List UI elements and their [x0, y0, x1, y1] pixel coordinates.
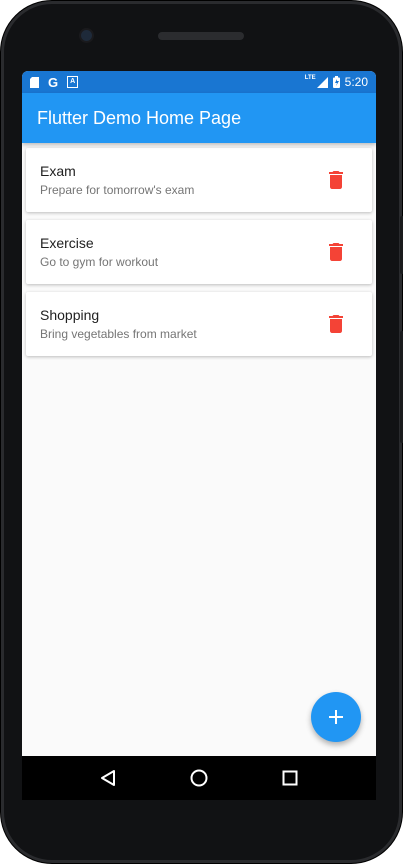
battery-icon [332, 76, 340, 88]
signal-icon [316, 76, 328, 88]
todo-subtitle: Bring vegetables from market [40, 327, 197, 341]
network-type: LTE [304, 75, 316, 81]
screen: G A LTE 5:20 Flutter Demo Home Page Exam… [22, 71, 376, 756]
todo-title: Exam [40, 163, 76, 179]
todo-title: Shopping [40, 307, 100, 323]
todo-subtitle: Prepare for tomorrow's exam [40, 183, 195, 197]
home-icon [190, 769, 208, 787]
delete-icon [329, 171, 343, 189]
status-time: 5:20 [344, 75, 368, 89]
todo-card[interactable]: Exam Prepare for tomorrow's exam [26, 148, 372, 212]
app-bar: Flutter Demo Home Page [22, 93, 376, 143]
todo-card[interactable]: Exercise Go to gym for workout [26, 220, 372, 284]
a-notification-icon: A [67, 76, 79, 88]
earpiece-speaker [158, 32, 244, 40]
delete-icon [329, 315, 343, 333]
front-camera [81, 30, 92, 41]
home-button[interactable] [184, 763, 214, 793]
add-todo-fab[interactable] [311, 692, 361, 742]
page-title: Flutter Demo Home Page [37, 107, 242, 128]
google-g-icon: G [48, 74, 59, 90]
recents-button[interactable] [275, 763, 305, 793]
delete-button[interactable] [316, 232, 356, 272]
status-bar: G A LTE 5:20 [22, 71, 376, 93]
todo-title: Exercise [40, 235, 94, 251]
delete-button[interactable] [316, 304, 356, 344]
system-nav-bar [22, 756, 376, 800]
recents-icon [282, 770, 298, 786]
delete-icon [329, 243, 343, 261]
back-icon [100, 770, 115, 786]
todo-subtitle: Go to gym for workout [40, 255, 159, 269]
todo-card[interactable]: Shopping Bring vegetables from market [26, 292, 372, 356]
todo-list: Exam Prepare for tomorrow's exam Exercis… [22, 143, 376, 356]
sd-card-icon [30, 76, 39, 88]
add-icon [329, 710, 343, 724]
delete-button[interactable] [316, 160, 356, 200]
back-button[interactable] [93, 763, 123, 793]
